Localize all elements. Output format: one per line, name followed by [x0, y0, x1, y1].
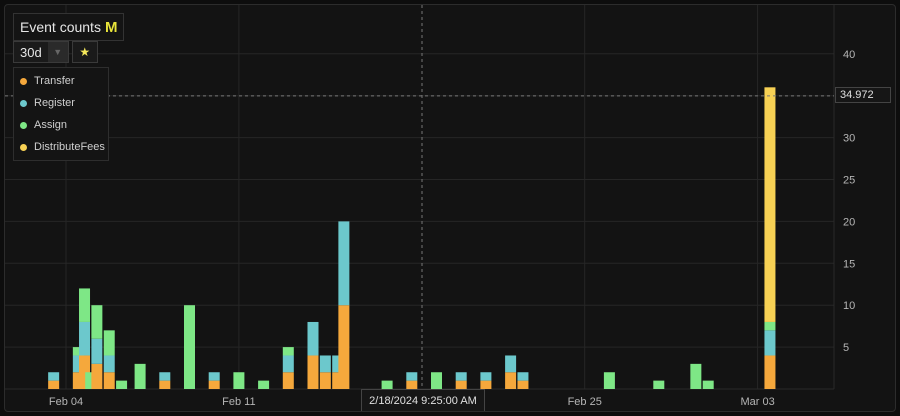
bar-segment-register [103, 355, 115, 373]
crosshair-x-label: 2/18/2024 9:25:00 AM [361, 389, 485, 411]
chart-title-box: Event counts M [13, 13, 125, 41]
bar-segment-register [764, 330, 776, 356]
bar-segment-transfer [319, 372, 331, 389]
bar-segment-assign [764, 321, 776, 331]
bar-segment-distributefees [764, 87, 776, 322]
bar-segment-assign [603, 372, 615, 389]
legend-swatch [20, 99, 27, 107]
chevron-down-icon[interactable]: ▼ [47, 42, 68, 62]
chart-controls: 30d ▼ ★ [13, 41, 98, 63]
y-tick-label: 10 [843, 300, 855, 312]
bar-segment-register [406, 372, 418, 381]
bar-segment-assign [702, 380, 714, 389]
legend-item-distributefees[interactable]: DistributeFees [14, 136, 108, 158]
crosshair-y-label: 34.972 [835, 87, 891, 103]
bar-segment-transfer [282, 372, 294, 389]
bar-segment-register [48, 372, 60, 381]
chart-legend: Transfer Register Assign DistributeFees [13, 67, 109, 161]
bar-segment-register [79, 321, 91, 356]
legend-swatch [20, 77, 27, 85]
bar-segment-transfer [480, 380, 492, 389]
bar-segment-register [480, 372, 492, 381]
y-tick-label: 15 [843, 258, 855, 270]
x-tick-label: Mar 03 [740, 396, 774, 408]
title-badge: M [104, 18, 118, 36]
bar-segment-assign [116, 380, 128, 389]
bar-segment-transfer [91, 363, 103, 389]
legend-swatch [20, 121, 27, 129]
bar-segment-register [159, 372, 171, 381]
bar-segment-register [517, 372, 529, 381]
y-tick-label: 30 [843, 133, 855, 145]
star-icon: ★ [79, 45, 91, 59]
y-tick-label: 20 [843, 216, 855, 228]
bar-segment-register [338, 221, 350, 306]
legend-item-transfer[interactable]: Transfer [14, 70, 108, 92]
x-tick-label: Feb 04 [49, 396, 83, 408]
legend-label: DistributeFees [34, 141, 105, 153]
bar-segment-register [307, 321, 319, 356]
bar-segment-transfer [48, 380, 60, 389]
bar-segment-transfer [764, 355, 776, 389]
bar-segment-transfer [208, 380, 220, 389]
x-tick-label: Feb 11 [222, 396, 255, 408]
bar-segment-assign [431, 372, 442, 389]
bar-segment-assign [690, 363, 702, 389]
bar-segment-assign [258, 380, 270, 389]
time-range-value: 30d [20, 44, 42, 60]
bar-segment-transfer [307, 355, 319, 389]
legend-label: Register [34, 97, 75, 109]
legend-label: Transfer [34, 75, 75, 87]
bar-segment-assign [381, 380, 393, 389]
bar-segment-register [91, 338, 103, 364]
bar-segment-transfer [338, 305, 350, 389]
bar-segment-register [505, 355, 517, 373]
bar-segment-assign [184, 305, 195, 389]
chart-title: Event counts [20, 19, 101, 35]
bar-segment-transfer [406, 380, 418, 389]
bar-segment-assign [134, 363, 146, 389]
time-range-select[interactable]: 30d ▼ [13, 41, 69, 63]
bar-segment-register [208, 372, 220, 381]
x-tick-label: Feb 25 [568, 396, 602, 408]
bar-segment-register [282, 355, 294, 373]
bar-segment-register [319, 355, 331, 373]
bar-segment-assign [282, 347, 294, 356]
favorite-button[interactable]: ★ [71, 41, 98, 63]
legend-label: Assign [34, 119, 68, 131]
chart-panel: 510152025303540Feb 04Feb 11Feb 25Mar 03 … [4, 4, 896, 412]
legend-item-register[interactable]: Register [14, 92, 108, 114]
bar-segment-transfer [517, 380, 529, 389]
bar-segment-transfer [103, 372, 115, 389]
bar-segment-transfer [505, 372, 517, 389]
bar-segment-transfer [455, 380, 467, 389]
y-tick-label: 5 [843, 342, 849, 354]
bar-segment-assign [79, 288, 91, 322]
bar-segment-assign [103, 330, 115, 356]
bar-segment-assign [233, 372, 245, 389]
legend-swatch [20, 143, 27, 151]
bar-segment-register [455, 372, 467, 381]
y-tick-label: 25 [843, 175, 855, 187]
bar-segment-transfer [159, 380, 171, 389]
bar-segment-assign [653, 380, 665, 389]
y-tick-label: 40 [843, 49, 855, 61]
legend-item-assign[interactable]: Assign [14, 114, 108, 136]
bar-segment-assign [91, 305, 103, 339]
chart-canvas[interactable]: 510152025303540Feb 04Feb 11Feb 25Mar 03 [5, 5, 895, 411]
